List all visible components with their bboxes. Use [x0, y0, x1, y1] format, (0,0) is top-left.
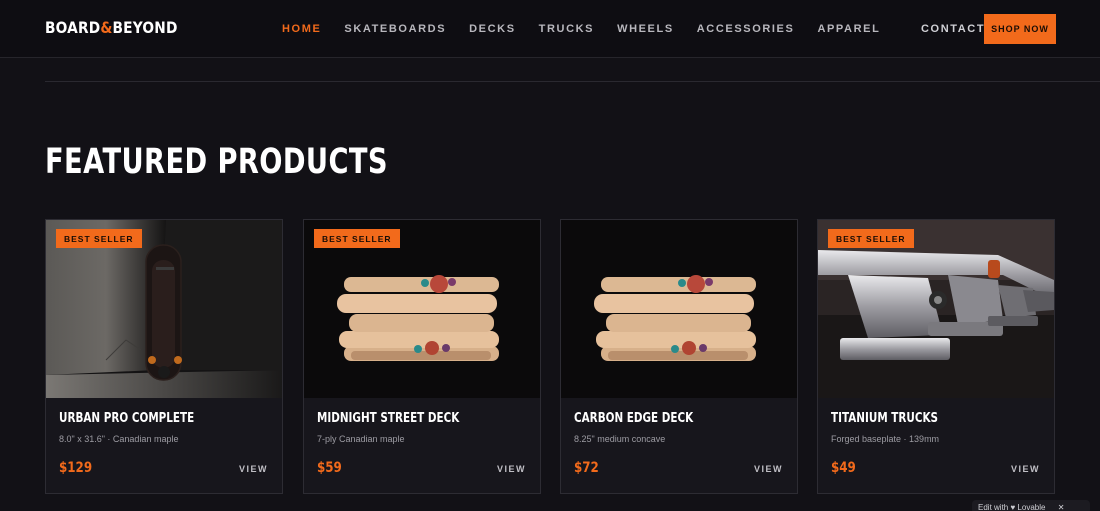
product-price: $49 [831, 460, 856, 476]
edit-with-lovable-widget[interactable]: Edit with ♥ Lovable ✕ [972, 500, 1090, 511]
product-price: $129 [59, 460, 93, 476]
nav-link-contact[interactable]: CONTACT [921, 23, 985, 35]
nav-link-wheels[interactable]: WHEELS [617, 23, 674, 35]
close-icon[interactable]: ✕ [1058, 503, 1065, 511]
product-price: $72 [574, 460, 599, 476]
best-seller-badge: BEST SELLER [828, 229, 914, 248]
product-card[interactable]: CARBON EDGE DECK 8.25" medium concave $7… [560, 219, 798, 494]
product-name[interactable]: URBAN PRO COMPLETE [59, 411, 194, 426]
view-button[interactable]: VIEW [497, 464, 526, 474]
logo-ampersand: & [100, 18, 113, 37]
view-button[interactable]: VIEW [754, 464, 783, 474]
nav-link-apparel[interactable]: APPAREL [817, 23, 880, 35]
divider [45, 81, 1100, 82]
nav-link-accessories[interactable]: ACCESSORIES [697, 23, 795, 35]
product-card[interactable]: BEST SELLER MIDNIGHT STREET DECK 7-ply C… [303, 219, 541, 494]
logo-text-board: BOARD [45, 18, 101, 37]
nav-link-trucks[interactable]: TRUCKS [539, 23, 594, 35]
lovable-label: Edit with ♥ Lovable [978, 503, 1046, 511]
product-spec: Forged baseplate · 139mm [831, 434, 940, 444]
main-nav: HOME SKATEBOARDS DECKS TRUCKS WHEELS ACC… [282, 23, 903, 35]
logo-text-beyond: BEYOND [112, 18, 178, 37]
view-button[interactable]: VIEW [1011, 464, 1040, 474]
best-seller-badge: BEST SELLER [56, 229, 142, 248]
product-spec: 8.0" x 31.6" · Canadian maple [59, 434, 179, 444]
product-card[interactable]: BEST SELLER TITANIUM TRUCKS Forged basep… [817, 219, 1055, 494]
product-card[interactable]: BEST SELLER URBAN PRO COMPLETE 8.0" x 31… [45, 219, 283, 494]
shop-now-button[interactable]: SHOP NOW [984, 14, 1056, 44]
product-name[interactable]: CARBON EDGE DECK [574, 411, 693, 426]
section-title: FEATURED PRODUCTS [45, 142, 388, 182]
product-spec: 8.25" medium concave [574, 434, 666, 444]
product-spec: 7-ply Canadian maple [317, 434, 405, 444]
top-navbar: BOARD&BEYOND HOME SKATEBOARDS DECKS TRUC… [0, 0, 1100, 58]
best-seller-badge: BEST SELLER [314, 229, 400, 248]
product-price: $59 [317, 460, 342, 476]
product-name[interactable]: TITANIUM TRUCKS [831, 411, 938, 426]
view-button[interactable]: VIEW [239, 464, 268, 474]
brand-logo[interactable]: BOARD&BEYOND [45, 18, 178, 37]
nav-link-home[interactable]: HOME [282, 23, 321, 35]
nav-link-decks[interactable]: DECKS [469, 23, 516, 35]
product-name[interactable]: MIDNIGHT STREET DECK [317, 411, 459, 426]
product-image[interactable] [561, 220, 797, 398]
nav-link-skateboards[interactable]: SKATEBOARDS [344, 23, 446, 35]
